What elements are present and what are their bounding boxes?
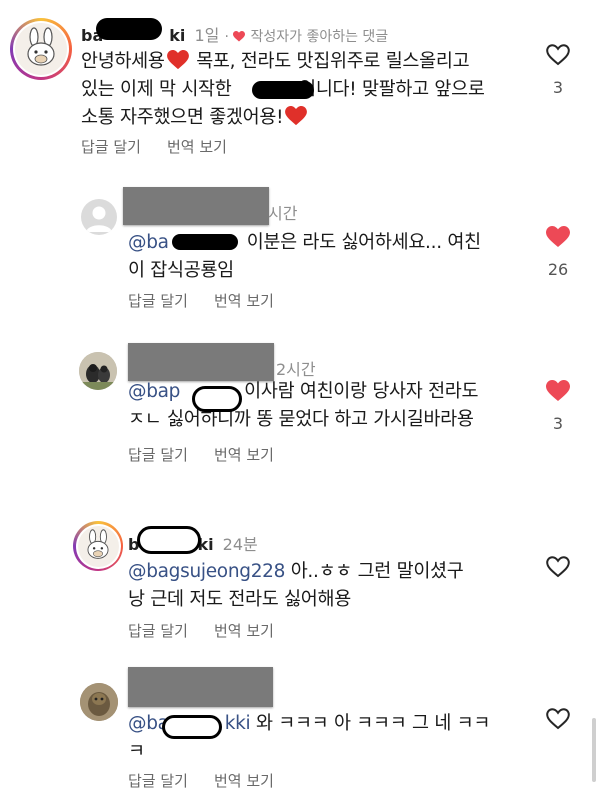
mention-link-suffix[interactable]: kki bbox=[225, 713, 251, 734]
translate-button[interactable]: 번역 보기 bbox=[214, 292, 274, 310]
comment-text-line2: ㅋ bbox=[128, 741, 145, 762]
author-liked-label: 작성자가 좋아하는 댓글 bbox=[250, 29, 389, 45]
bunny-avatar-icon bbox=[27, 27, 55, 66]
reply-button[interactable]: 답글 달기 bbox=[128, 292, 188, 310]
heart-filled-icon[interactable] bbox=[546, 226, 570, 248]
comment-time: 2시간 bbox=[276, 360, 316, 379]
mention-link[interactable]: @ba bbox=[128, 232, 169, 253]
avatar[interactable] bbox=[79, 352, 117, 390]
comment-text-line1: 와 ㅋㅋㅋ 아 ㅋㅋㅋ 그 네 ㅋㅋ bbox=[250, 713, 491, 734]
comment-text-line2: ㅈㄴ 싫어하니까 똥 묻었다 하고 가시길바라용 bbox=[128, 409, 474, 430]
reply-button[interactable]: 답글 달기 bbox=[81, 138, 141, 156]
comment-time: 24분 bbox=[222, 535, 258, 554]
comment-header: 2시간 bbox=[272, 356, 316, 380]
heart-outline-icon[interactable] bbox=[546, 44, 570, 66]
redaction-mark bbox=[137, 526, 201, 554]
reply-button[interactable]: 답글 달기 bbox=[128, 772, 188, 790]
redaction-bar bbox=[123, 187, 269, 225]
bunny-avatar-icon bbox=[87, 529, 109, 559]
mention-link[interactable]: @bap bbox=[128, 381, 180, 402]
translate-button[interactable]: 번역 보기 bbox=[214, 622, 274, 640]
like-control: 3 bbox=[538, 44, 578, 97]
comment-text-line3: 소통 자주했으면 좋겠어용! bbox=[81, 107, 284, 128]
comment-text-line1: 안녕하세용 bbox=[81, 51, 165, 72]
comment-actions: 답글 달기 번역 보기 bbox=[128, 290, 300, 311]
like-count: 26 bbox=[547, 260, 569, 279]
red-heart-emoji-icon bbox=[166, 50, 189, 70]
comment-actions: 답글 달기 번역 보기 bbox=[128, 444, 300, 465]
comment-actions: 답글 달기 번역 보기 bbox=[128, 770, 300, 791]
comment-header: 시간 bbox=[264, 200, 297, 224]
comment-text-line1: 아..ㅎㅎ 그런 말이셨구 bbox=[285, 561, 464, 582]
translate-button[interactable]: 번역 보기 bbox=[167, 138, 227, 156]
avatar[interactable] bbox=[81, 199, 117, 235]
redaction-bar bbox=[128, 667, 273, 707]
like-count: 3 bbox=[552, 78, 564, 97]
like-count: 3 bbox=[552, 414, 564, 433]
redaction-mark bbox=[162, 715, 222, 739]
animal-photo-icon bbox=[80, 683, 118, 721]
heart-outline-icon[interactable] bbox=[546, 556, 570, 578]
redaction-mark bbox=[172, 234, 238, 250]
mention-link[interactable]: @bagsujeong228 bbox=[128, 561, 285, 582]
comment-text-line2: 있는 이제 막 시작한 bbox=[81, 79, 238, 100]
redaction-mark bbox=[96, 18, 162, 40]
redaction-bar bbox=[128, 343, 274, 381]
comment-time: 1일 bbox=[194, 26, 220, 45]
dog-photo-icon bbox=[79, 352, 117, 390]
reply-button[interactable]: 답글 달기 bbox=[128, 622, 188, 640]
like-control bbox=[538, 556, 578, 578]
like-control: 26 bbox=[538, 226, 578, 279]
comment-text-line1b: 목포, 전라도 맛집위주로 릴스올리고 bbox=[190, 51, 470, 72]
reply-button[interactable]: 답글 달기 bbox=[128, 446, 188, 464]
author-liked-separator: · bbox=[224, 29, 234, 45]
avatar[interactable] bbox=[10, 18, 72, 80]
heart-filled-icon[interactable] bbox=[546, 380, 570, 402]
translate-button[interactable]: 번역 보기 bbox=[214, 446, 274, 464]
comment-body: @bagsujeong228 아..ㅎㅎ 그런 말이셨구 낭 근데 저도 전라도… bbox=[128, 558, 548, 614]
like-control bbox=[538, 708, 578, 730]
default-user-icon bbox=[86, 206, 112, 232]
red-heart-emoji-icon bbox=[285, 106, 308, 126]
comment-text-line1: 이분은 라도 싫어하세요... 여친 bbox=[246, 232, 481, 253]
comment-body: 안녕하세용 목포, 전라도 맛집위주로 릴스올리고 있는 이제 막 시작한 입니… bbox=[81, 48, 551, 132]
comment-body: @bap 이사람 여친이랑 당사자 전라도 ㅈㄴ 싫어하니까 똥 묻었다 하고 가… bbox=[128, 378, 548, 434]
comment-text-line2: 낭 근데 저도 전라도 싫어해용 bbox=[128, 589, 351, 610]
heart-icon bbox=[233, 31, 246, 42]
comment-actions: 답글 달기 번역 보기 bbox=[128, 620, 300, 641]
like-control: 3 bbox=[538, 380, 578, 433]
translate-button[interactable]: 번역 보기 bbox=[214, 772, 274, 790]
redaction-mark bbox=[192, 386, 242, 412]
comment-actions: 답글 달기 번역 보기 bbox=[81, 136, 253, 157]
heart-outline-icon[interactable] bbox=[546, 708, 570, 730]
avatar[interactable] bbox=[73, 521, 123, 571]
scrollbar[interactable] bbox=[592, 718, 596, 782]
comment-text-line2: 이 잡식공룡임 bbox=[128, 260, 234, 281]
comment-time: 시간 bbox=[268, 204, 298, 223]
comment-text-line2b: 입니다! 맞팔하고 앞으로 bbox=[299, 79, 485, 100]
username-suffix[interactable]: ki bbox=[169, 26, 185, 45]
avatar[interactable] bbox=[80, 683, 118, 721]
comment-text-line1: 이사람 여친이랑 당사자 전라도 bbox=[244, 381, 479, 402]
redaction-mark bbox=[252, 81, 314, 99]
